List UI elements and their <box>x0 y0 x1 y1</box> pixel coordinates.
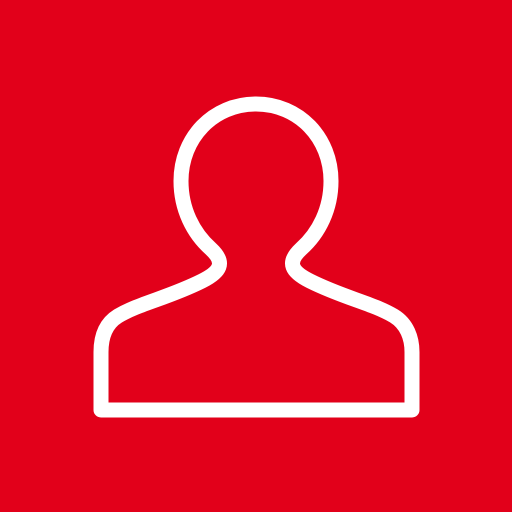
user-icon <box>0 0 512 512</box>
user-outline-path <box>93 96 420 418</box>
app-icon-tile[interactable] <box>0 0 512 512</box>
